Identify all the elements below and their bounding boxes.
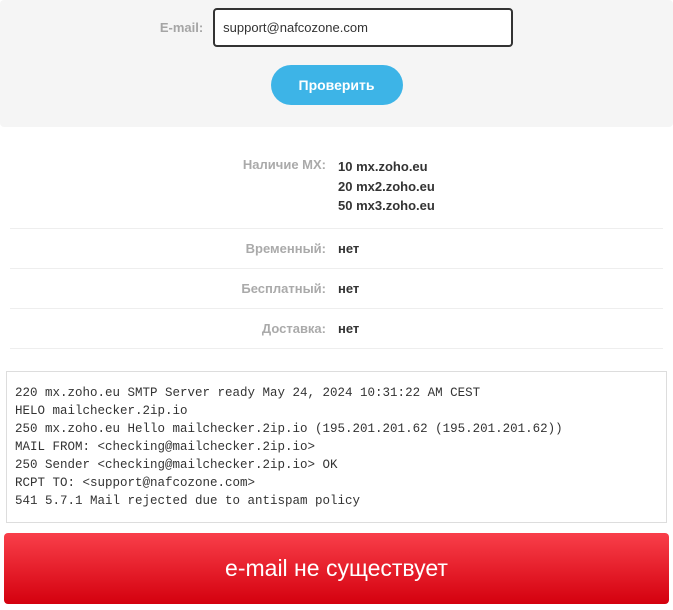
mx-priority: 20: [338, 179, 352, 194]
check-button[interactable]: Проверить: [271, 65, 403, 105]
free-label: Бесплатный:: [10, 281, 338, 296]
result-row-free: Бесплатный: нет: [10, 269, 663, 309]
email-form-row: E-mail:: [10, 8, 663, 47]
mx-priority: 50: [338, 198, 352, 213]
email-label: E-mail:: [160, 20, 203, 35]
results-section: Наличие MX: 10 mx.zoho.eu 20 mx2.zoho.eu…: [0, 127, 673, 359]
delivery-label: Доставка:: [10, 321, 338, 336]
mx-priority: 10: [338, 159, 352, 174]
result-row-mx: Наличие MX: 10 mx.zoho.eu 20 mx2.zoho.eu…: [10, 151, 663, 229]
mx-label: Наличие MX:: [10, 157, 338, 172]
mx-entry: 20 mx2.zoho.eu: [338, 177, 435, 197]
mx-value: 10 mx.zoho.eu 20 mx2.zoho.eu 50 mx3.zoho…: [338, 157, 435, 216]
status-banner: e-mail не существует: [4, 533, 669, 604]
mx-host: mx2.zoho.eu: [356, 179, 435, 194]
mx-host: mx.zoho.eu: [356, 159, 428, 174]
result-row-temporary: Временный: нет: [10, 229, 663, 269]
delivery-value: нет: [338, 321, 359, 336]
free-value: нет: [338, 281, 359, 296]
temporary-value: нет: [338, 241, 359, 256]
smtp-log: 220 mx.zoho.eu SMTP Server ready May 24,…: [6, 371, 667, 524]
temporary-label: Временный:: [10, 241, 338, 256]
email-input[interactable]: [213, 8, 513, 47]
mx-host: mx3.zoho.eu: [356, 198, 435, 213]
email-form-section: E-mail: Проверить: [0, 0, 673, 127]
mx-entry: 50 mx3.zoho.eu: [338, 196, 435, 216]
result-row-delivery: Доставка: нет: [10, 309, 663, 349]
mx-entry: 10 mx.zoho.eu: [338, 157, 435, 177]
